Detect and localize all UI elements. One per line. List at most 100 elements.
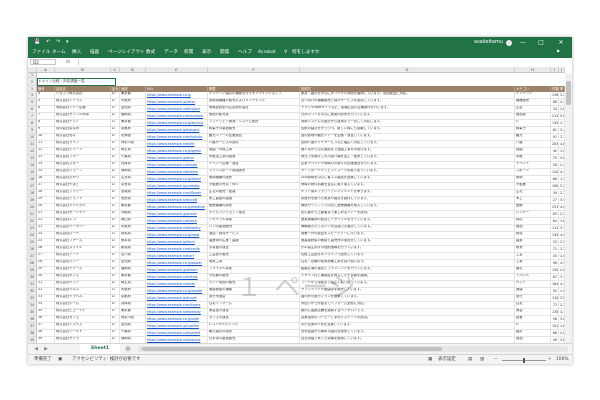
table-cell[interactable]: 大阪府 xyxy=(120,99,146,106)
table-cell[interactable]: 愛知県 xyxy=(120,106,146,113)
row-header[interactable]: 36 xyxy=(28,316,37,323)
table-cell[interactable]: 個人宅から公共施設まで造園工事を手掛けます。 xyxy=(300,148,515,155)
table-cell[interactable]: 自家焙煎のコーヒーと手作りスイーツを提供。 xyxy=(300,316,515,323)
cell-link[interactable]: https://www.example.com/hokuto xyxy=(146,134,208,141)
table-cell[interactable]: 64 xyxy=(551,218,559,225)
zoom-in-icon[interactable]: + xyxy=(548,355,552,364)
table-cell[interactable]: 合同会社はなみ xyxy=(55,127,111,134)
table-cell[interactable]: 株式会社ライフ xyxy=(55,141,111,148)
row-header[interactable]: 7 xyxy=(28,113,37,120)
table-cell[interactable]: 東京都 xyxy=(120,92,146,99)
table-cell[interactable]: 138 xyxy=(551,309,559,316)
table-cell[interactable]: 92 xyxy=(551,288,559,295)
table-cell[interactable]: 工芸品の販売 xyxy=(208,253,300,260)
table-cell[interactable]: 株式会社北斗 xyxy=(55,134,111,141)
table-cell[interactable]: 飲食 xyxy=(515,316,551,323)
cell-link[interactable]: https://www.example.jp/yamato xyxy=(146,183,208,190)
table-cell[interactable]: 145 xyxy=(551,120,559,127)
table-cell[interactable]: 大阪府 xyxy=(120,225,146,232)
row-header[interactable]: 20 xyxy=(28,204,37,211)
table-cell[interactable]: 医療機器の卸売 xyxy=(208,204,300,211)
table-cell[interactable]: スポーツ xyxy=(515,169,551,176)
table-cell[interactable]: D xyxy=(111,295,120,302)
table-cell[interactable]: 株式会社クラフト xyxy=(55,197,111,204)
table-cell[interactable]: ITコンサルティング xyxy=(208,323,300,330)
customize-quick-access-icon[interactable]: ▾ xyxy=(66,37,69,48)
table-cell[interactable]: D xyxy=(111,274,120,281)
column-header[interactable]: G xyxy=(300,67,515,73)
table-cell[interactable]: 株式会社やまと xyxy=(55,183,111,190)
table-cell[interactable]: 17 xyxy=(37,183,55,190)
cell-link[interactable]: https://www.example.jp/dream xyxy=(146,267,208,274)
table-cell[interactable]: 株式会社ホーム xyxy=(55,302,111,309)
table-cell[interactable]: 世界各国から集めた雑貨を販売しています。 xyxy=(300,330,515,337)
row-header[interactable]: 24 xyxy=(28,232,37,239)
table-cell[interactable]: 埼玉県 xyxy=(120,281,146,288)
cell-link[interactable]: https://www.example.jp/hanami xyxy=(146,127,208,134)
table-cell[interactable]: 株式会社ヘルス xyxy=(55,288,111,295)
table-cell[interactable]: マリンスポーツ用品販売 xyxy=(208,169,300,176)
table-cell[interactable]: チラシやWebサイトなど、各種広告の企画制作を行います。 xyxy=(300,106,515,113)
table-cell[interactable]: 業務システムの設計から運用まで一貫して対応します。 xyxy=(300,120,515,127)
table-cell[interactable]: イベント企画・運営 xyxy=(208,162,300,169)
table-cell[interactable]: 美容室の運営 xyxy=(208,309,300,316)
table-cell[interactable]: 株式会社ドリーム xyxy=(55,267,111,274)
table-cell[interactable]: 京都府 xyxy=(120,127,146,134)
table-cell[interactable]: 株式会社カフェ xyxy=(55,316,111,323)
table-cell[interactable]: D xyxy=(111,155,120,162)
table-cell[interactable]: D xyxy=(111,190,120,197)
table-cell[interactable]: 九州エリアを中心に食品の卸売を行っています。 xyxy=(300,113,515,120)
row-header[interactable]: 23 xyxy=(28,225,37,232)
table-cell[interactable]: 8 xyxy=(37,120,55,127)
table-cell[interactable]: 北海道 xyxy=(120,134,146,141)
table-cell[interactable]: カフェの運営 xyxy=(208,316,300,323)
row-header[interactable]: 10 xyxy=(28,134,37,141)
table-cell[interactable]: 千葉県 xyxy=(120,330,146,337)
row-header[interactable]: 22 xyxy=(28,218,37,225)
table-cell[interactable]: D xyxy=(111,302,120,309)
redo-icon[interactable]: ↷ xyxy=(56,37,60,48)
cell-link[interactable]: https://www.example.co.jp/techno xyxy=(146,120,208,127)
column-header[interactable]: B xyxy=(55,67,111,73)
tab-formulas[interactable]: 数式 xyxy=(146,48,155,58)
table-cell[interactable]: 関東一円の配送をスピーディーに行います。 xyxy=(300,232,515,239)
tab-review[interactable]: 校閲 xyxy=(184,48,193,58)
cell-link[interactable]: https://www.example.co.jp/power xyxy=(146,260,208,267)
cell-link[interactable]: https://www.example.com/sample xyxy=(146,113,208,120)
table-cell[interactable]: 6 xyxy=(37,106,55,113)
row-header[interactable]: 13 xyxy=(28,155,37,162)
row-header[interactable]: 6 xyxy=(28,106,37,113)
table-cell[interactable]: D xyxy=(111,113,120,120)
table-cell[interactable]: 97 xyxy=(551,134,559,141)
table-cell[interactable]: D xyxy=(111,197,120,204)
table-cell[interactable]: D xyxy=(111,288,120,295)
macro-record-icon[interactable]: ▣ xyxy=(58,355,62,364)
cell-link[interactable]: https://www.example.net/midori xyxy=(146,106,208,113)
table-cell[interactable]: 株式会社サンプル商事 xyxy=(55,113,111,120)
table-cell[interactable]: 初心者から上級者まで楽しめるツアーを提供。 xyxy=(300,211,515,218)
cell-link[interactable]: https://www.example.net/craft xyxy=(146,197,208,204)
table-cell[interactable]: 長野県 xyxy=(120,197,146,204)
table-cell[interactable]: 156 xyxy=(551,92,559,99)
table-cell[interactable]: 株式会社フラワー xyxy=(55,190,111,197)
cell-link[interactable]: https://www.example.net/art xyxy=(146,253,208,260)
column-header[interactable]: I xyxy=(551,67,559,73)
row-header[interactable]: 11 xyxy=(28,141,37,148)
table-cell[interactable]: 26 xyxy=(37,246,55,253)
table-cell[interactable]: 14 xyxy=(37,162,55,169)
row-header[interactable]: 21 xyxy=(28,211,37,218)
table-cell[interactable]: D xyxy=(111,218,120,225)
table-cell[interactable]: 68 xyxy=(551,330,559,337)
page-layout-view-icon[interactable]: ▤ xyxy=(468,355,472,364)
fx-icon[interactable]: fx xyxy=(66,58,70,67)
table-cell[interactable]: 35 xyxy=(37,309,55,316)
table-cell[interactable]: サーフボードやウェットスーツを取り扱っています。 xyxy=(300,169,515,176)
table-cell[interactable]: リサイクル事業 xyxy=(208,218,300,225)
table-cell[interactable]: 奈良県 xyxy=(120,183,146,190)
table-cell[interactable]: 物流 xyxy=(515,232,551,239)
row-header[interactable]: 25 xyxy=(28,239,37,246)
table-cell[interactable]: 66 xyxy=(551,176,559,183)
table-cell[interactable]: 京都府 xyxy=(120,295,146,302)
table-cell[interactable]: 介護サービスの提供 xyxy=(208,141,300,148)
row-header[interactable]: 19 xyxy=(28,197,37,204)
